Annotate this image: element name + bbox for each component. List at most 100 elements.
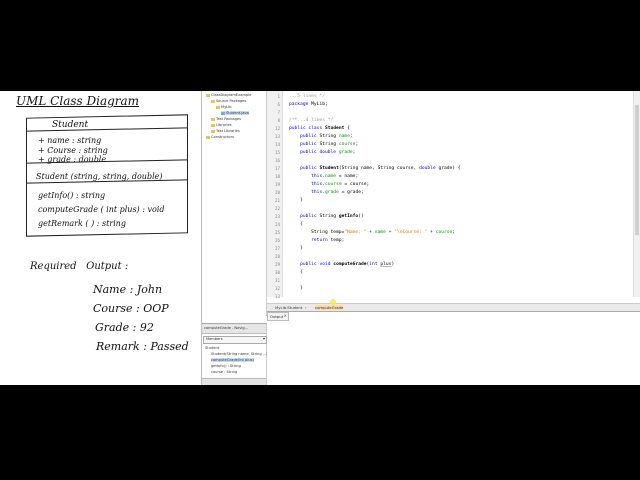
- line-number: 12: [274, 126, 280, 131]
- board-title: UML Class Diagram: [16, 94, 140, 108]
- tree-node[interactable]: Source Packages: [211, 99, 246, 103]
- code-line[interactable]: public String getInfo(): [289, 214, 364, 219]
- code-editor[interactable]: 1 6 7 8 12 13 14 15 16 17 18 19 20 21 22 23 24 25 26 27 28 29…: [267, 91, 640, 303]
- output-panel: Output ×: [267, 311, 640, 385]
- code-line[interactable]: {: [289, 270, 303, 275]
- line-number: 21: [274, 198, 280, 203]
- breadcrumb-separator: ›: [305, 305, 307, 310]
- uml-divider: [27, 127, 187, 132]
- line-number: 24: [274, 222, 280, 227]
- line-number: 31: [274, 278, 280, 283]
- chevron-down-icon: ▾: [262, 336, 265, 341]
- code-line[interactable]: this.grade = grade;: [289, 190, 364, 195]
- uml-constructor: Student (string, string, double): [36, 172, 163, 181]
- tree-node[interactable]: Libraries: [211, 123, 232, 127]
- output-line-grade: Grade : 92: [95, 321, 154, 334]
- output-line-remark: Remark : Passed: [96, 340, 189, 353]
- required-output-label: Required Output :: [30, 261, 129, 272]
- line-number: 33: [274, 294, 280, 299]
- code-line[interactable]: this.name = name;: [289, 174, 358, 179]
- line-number: 29: [274, 262, 280, 267]
- code-line[interactable]: public void computeGrade(int plus): [289, 262, 394, 267]
- navigator-toolbar: [202, 378, 266, 385]
- navigator-panel: computeGrade - Navig... Members ▾ Studen…: [202, 323, 268, 385]
- line-number: 17: [274, 166, 280, 171]
- navigator-member[interactable]: course : String: [211, 370, 237, 374]
- navigator-member[interactable]: Student(String name, String ...): [211, 352, 268, 356]
- line-number: 20: [274, 190, 280, 195]
- java-file-icon: [221, 111, 225, 115]
- navigator-member[interactable]: Student: [205, 346, 219, 350]
- output-tab[interactable]: Output ×: [267, 312, 289, 321]
- code-line[interactable]: {: [289, 222, 303, 227]
- code-line[interactable]: }: [289, 246, 303, 251]
- close-icon[interactable]: ×: [284, 313, 287, 318]
- line-number: 18: [274, 174, 280, 179]
- line-number: 23: [274, 214, 280, 219]
- tree-node[interactable]: Constructors: [206, 135, 234, 139]
- folder-icon: [216, 105, 220, 109]
- breadcrumb-item[interactable]: MyLib.Student: [275, 305, 302, 310]
- code-line[interactable]: public double grade;: [289, 150, 355, 155]
- uml-attribute: + Course : string: [38, 146, 108, 155]
- tree-node-label: Libraries: [216, 123, 232, 127]
- tree-node[interactable]: Test Libraries: [211, 129, 240, 133]
- navigator-member[interactable]: getInfo() : String: [211, 364, 241, 368]
- tree-node[interactable]: Test Packages: [211, 117, 241, 121]
- line-number: 27: [274, 246, 280, 251]
- folder-icon: [211, 117, 215, 121]
- line-number: 22: [274, 206, 280, 211]
- mouse-cursor-highlight: [330, 299, 336, 305]
- code-line[interactable]: /**...4 lines */: [289, 118, 333, 123]
- breadcrumb-item[interactable]: computeGrade: [315, 305, 344, 310]
- breadcrumb: MyLib.Student › computeGrade: [267, 303, 640, 311]
- code-line[interactable]: this.course = course;: [289, 182, 369, 187]
- tree-node-label: Constructors: [211, 135, 234, 139]
- uml-method: getRemark ( ) : string: [38, 219, 126, 228]
- line-number: 6: [277, 102, 280, 107]
- tree-node[interactable]: Student.java: [221, 111, 249, 115]
- navigator-tab[interactable]: computeGrade - Navig...: [202, 324, 266, 334]
- output-line-course: Course : OOP: [93, 302, 169, 315]
- line-number: 1: [277, 94, 280, 99]
- navigator-filter-value: Members: [206, 337, 223, 341]
- uml-method: getInfo() : string: [38, 191, 106, 200]
- output-tab-label: Output: [270, 314, 284, 319]
- editor-scrollbar[interactable]: [633, 91, 640, 297]
- folder-icon: [211, 129, 215, 133]
- line-number: 7: [277, 110, 280, 115]
- screen: UML Class Diagram Student + name : strin…: [0, 91, 640, 385]
- project-tree: ClassDiagramExample Source Packages MyLib S…: [202, 91, 267, 316]
- line-number: 15: [274, 150, 280, 155]
- scrollbar-thumb[interactable]: [635, 105, 639, 235]
- code-line[interactable]: }: [289, 286, 303, 291]
- output-line-name: Name : John: [93, 283, 163, 296]
- folder-icon: [211, 99, 215, 103]
- code-line[interactable]: package MyLib;: [289, 102, 328, 107]
- folder-icon: [211, 123, 215, 127]
- whiteboard: UML Class Diagram Student + name : strin…: [0, 91, 202, 385]
- navigator-filter-select[interactable]: Members ▾: [203, 336, 267, 344]
- tree-node[interactable]: MyLib: [216, 105, 232, 109]
- navigator-member[interactable]: computeGrade(int plus): [211, 358, 254, 362]
- line-number: 13: [274, 134, 280, 139]
- uml-attribute: + name : string: [38, 136, 102, 145]
- tree-node[interactable]: ClassDiagramExample: [206, 93, 251, 97]
- code-line[interactable]: String temp="Name: " + name + "\nCourse:…: [289, 230, 455, 235]
- line-number: 14: [274, 142, 280, 147]
- code-line[interactable]: return temp;: [289, 238, 344, 243]
- code-line[interactable]: ...5 lines */: [289, 94, 325, 99]
- code-line[interactable]: public class Student {: [289, 126, 350, 131]
- tree-node-label: MyLib: [221, 105, 232, 109]
- folder-icon: [206, 93, 210, 97]
- line-number: 16: [274, 158, 280, 163]
- code-line[interactable]: public String course;: [289, 142, 358, 147]
- code-line[interactable]: public String name;: [289, 134, 353, 139]
- line-number: 8: [277, 118, 280, 123]
- line-number: 25: [274, 230, 280, 235]
- tree-node-label: Student.java: [226, 111, 249, 115]
- tree-node-label: Test Packages: [216, 117, 241, 121]
- code-line[interactable]: public Student(String name, String cours…: [289, 166, 461, 171]
- tree-node-label: Test Libraries: [216, 129, 240, 133]
- code-line[interactable]: }: [289, 198, 303, 203]
